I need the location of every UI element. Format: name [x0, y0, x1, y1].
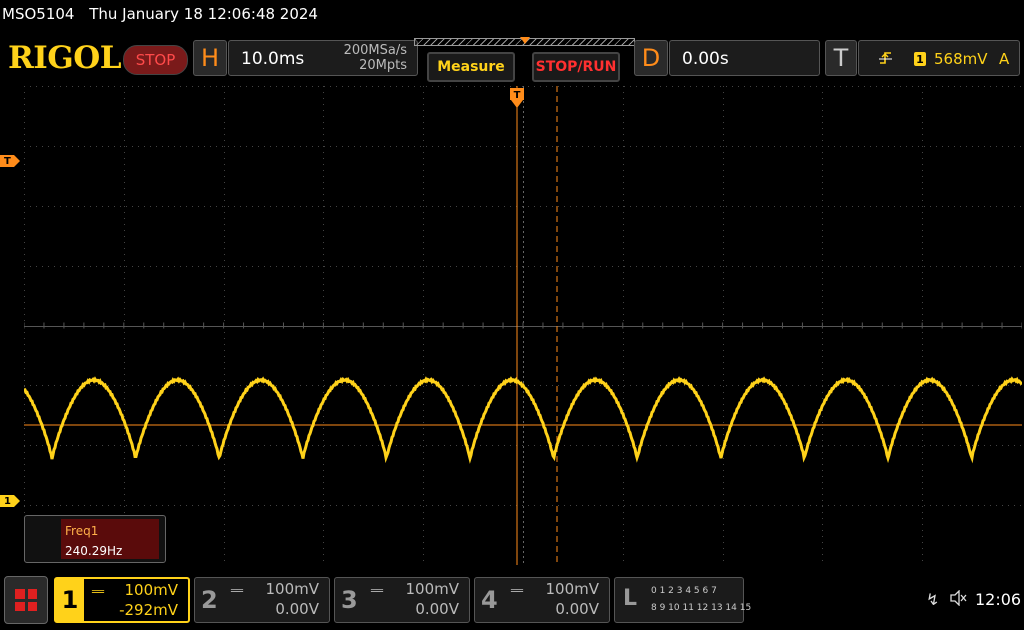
stop-run-button[interactable]: STOP/RUN	[532, 52, 620, 82]
menu-grid-icon	[15, 589, 37, 611]
datetime: Thu January 18 12:06:48 2024	[89, 5, 318, 23]
trigger-source-badge: 1	[914, 52, 926, 66]
ch1-offset-marker[interactable]: 1	[0, 495, 20, 507]
channel-4-number: 4	[481, 586, 498, 614]
trigger-mode: A	[999, 50, 1010, 68]
waveform-display[interactable]: T	[24, 86, 1022, 565]
svg-text:T: T	[514, 90, 521, 101]
logic-channels-row-2: 8 9 10 11 12 13 14 15	[651, 603, 752, 613]
logic-analyzer-panel[interactable]: L 0 1 2 3 4 5 6 7 8 9 10 11 12 13 14 15	[614, 577, 751, 623]
acquisition-info: 200MSa/s 20Mpts	[344, 43, 407, 73]
logic-channels-row-1: 0 1 2 3 4 5 6 7	[651, 586, 717, 596]
graticule-ticks	[24, 322, 1022, 329]
dc-coupling-icon: ══	[231, 586, 244, 597]
dc-coupling-icon: ══	[371, 586, 384, 597]
system-clock: 12:06	[975, 590, 1022, 609]
memory-position-strip	[414, 37, 635, 48]
channel-3-offset: 0.00V	[415, 600, 459, 618]
dc-coupling-icon: ══	[511, 586, 524, 597]
channel-4-panel[interactable]: 4 ══ 100mV 0.00V	[474, 577, 610, 623]
speaker-mute-icon[interactable]	[950, 589, 968, 610]
channel-2-scale: 100mV	[265, 580, 319, 598]
timebase-value: 10.0ms	[241, 49, 305, 69]
trigger-panel[interactable]: 1 568mV A	[858, 40, 1020, 76]
measurement-panel[interactable]: Freq1 240.29Hz	[24, 515, 166, 563]
channel-4-offset: 0.00V	[555, 600, 599, 618]
channel-1-panel[interactable]: 1 ══ 100mV -292mV	[54, 577, 190, 623]
channel-3-number: 3	[341, 586, 358, 614]
memory-depth: 20Mpts	[359, 58, 407, 73]
horizontal-panel[interactable]: 10.0ms 200MSa/s 20Mpts	[228, 40, 418, 76]
measure-button[interactable]: Measure	[427, 52, 515, 82]
channel-4-scale: 100mV	[545, 580, 599, 598]
delay-panel[interactable]: 0.00s	[669, 40, 820, 76]
model-name: MSO5104	[2, 5, 75, 23]
channel-2-offset: 0.00V	[275, 600, 319, 618]
channel-3-panel[interactable]: 3 ══ 100mV 0.00V	[334, 577, 470, 623]
channel-2-number: 2	[201, 586, 218, 614]
delay-value: 0.00s	[682, 49, 729, 69]
run-state-badge[interactable]: STOP	[123, 45, 188, 75]
trigger-level-marker[interactable]: T	[0, 155, 20, 167]
channel-1-offset: -292mV	[119, 601, 178, 619]
sample-rate: 200MSa/s	[343, 43, 407, 58]
trigger-position-marker-icon	[520, 37, 530, 44]
channel-1-scale: 100mV	[124, 581, 178, 599]
measurement-value: 240.29Hz	[65, 544, 123, 558]
trigger-level: 568mV	[934, 50, 988, 68]
usb-icon: ↯	[926, 590, 940, 609]
horizontal-tab[interactable]: H	[193, 40, 227, 76]
trigger-position-marker: T	[510, 88, 524, 108]
dc-coupling-icon: ══	[92, 587, 105, 598]
trigger-tab[interactable]: T	[825, 40, 857, 76]
main-menu-button[interactable]	[4, 576, 48, 624]
rising-edge-icon	[879, 50, 893, 70]
measurement-name: Freq1	[65, 524, 99, 538]
delay-tab[interactable]: D	[634, 40, 668, 76]
channel-3-scale: 100mV	[405, 580, 459, 598]
channel-2-panel[interactable]: 2 ══ 100mV 0.00V	[194, 577, 330, 623]
rigol-logo: RIGOL	[8, 40, 122, 76]
logic-label: L	[623, 586, 638, 611]
status-line: MSO5104 Thu January 18 12:06:48 2024	[2, 5, 328, 23]
channel-1-number: 1	[56, 579, 84, 621]
